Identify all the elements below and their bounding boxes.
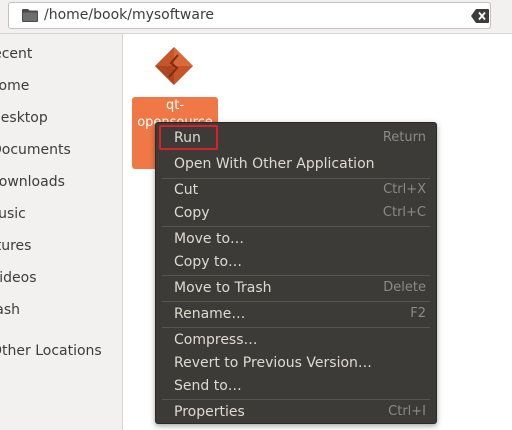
sidebar-item-desktop[interactable]: Desktop xyxy=(0,107,58,129)
menu-item-label: Move to… xyxy=(174,231,245,247)
sidebar-item-home[interactable]: Home xyxy=(0,75,41,97)
file-name-line: qt- xyxy=(165,98,185,113)
menu-item-label: Copy to… xyxy=(174,254,243,270)
menu-item-cut[interactable]: Cut Ctrl+X xyxy=(158,179,434,201)
menu-item-accel: Delete xyxy=(383,280,426,295)
package-icon xyxy=(155,47,193,85)
sidebar-item-pictures[interactable]: Pictures xyxy=(0,235,55,257)
path-field[interactable]: /home/book/mysoftware xyxy=(8,2,491,29)
menu-item-open-with[interactable]: Open With Other Application xyxy=(158,153,434,175)
menu-separator xyxy=(162,301,430,302)
sidebar-item-other-locations[interactable]: Other Locations xyxy=(0,340,111,362)
menu-item-label: Run xyxy=(174,130,201,146)
menu-separator xyxy=(162,327,430,328)
sidebar-item-trash[interactable]: Trash xyxy=(0,299,37,321)
menu-item-accel: Ctrl+X xyxy=(383,182,426,197)
sidebar-item-label: Pictures xyxy=(0,238,32,254)
menu-item-label: Open With Other Application xyxy=(174,156,375,172)
menu-item-label: Cut xyxy=(174,182,199,198)
sidebar-item-recent[interactable]: Recent xyxy=(0,43,48,65)
menu-item-label: Rename… xyxy=(174,306,246,322)
menu-item-label: Send to… xyxy=(174,378,242,394)
menu-separator xyxy=(162,226,430,227)
folder-icon xyxy=(22,9,38,22)
menu-item-label: Copy xyxy=(174,205,210,221)
sidebar-item-label: Downloads xyxy=(0,174,65,190)
sidebar-item-documents[interactable]: Documents xyxy=(0,139,80,161)
menu-separator xyxy=(162,399,430,400)
menu-item-accel: Return xyxy=(382,130,426,145)
sidebar-item-label: Trash xyxy=(0,302,20,318)
menu-item-copy-to[interactable]: Copy to… xyxy=(158,251,434,273)
backspace-clear-icon[interactable] xyxy=(471,9,489,23)
context-menu: Run Return Open With Other Application C… xyxy=(155,122,437,424)
menu-item-properties[interactable]: Properties Ctrl+I xyxy=(158,401,434,423)
menu-item-accel: Ctrl+I xyxy=(388,404,426,419)
sidebar-item-downloads[interactable]: Downloads xyxy=(0,171,77,193)
menu-item-accel: F2 xyxy=(410,306,426,321)
menu-item-label: Properties xyxy=(174,404,245,420)
sidebar-item-music[interactable]: Music xyxy=(0,203,40,225)
location-bar: /home/book/mysoftware xyxy=(0,0,512,34)
menu-item-compress[interactable]: Compress… xyxy=(158,329,434,351)
menu-item-accel: Ctrl+C xyxy=(382,205,426,220)
sidebar-item-label: Recent xyxy=(0,46,33,62)
menu-item-revert[interactable]: Revert to Previous Version… xyxy=(158,352,434,374)
menu-item-rename[interactable]: Rename… F2 xyxy=(158,303,434,325)
sidebar-item-label: Music xyxy=(0,206,26,222)
path-text: /home/book/mysoftware xyxy=(44,7,215,23)
menu-item-move-to-trash[interactable]: Move to Trash Delete xyxy=(158,277,434,299)
sidebar-item-videos[interactable]: Videos xyxy=(0,267,47,289)
sidebar: Recent Home Desktop Documents Downloads … xyxy=(0,34,123,430)
menu-item-label: Revert to Previous Version… xyxy=(174,355,372,371)
sidebar-item-label: Home xyxy=(0,78,30,94)
menu-item-label: Move to Trash xyxy=(174,280,272,296)
sidebar-item-label: Videos xyxy=(0,270,37,286)
menu-item-label: Compress… xyxy=(174,332,258,348)
menu-item-send-to[interactable]: Send to… xyxy=(158,375,434,397)
sidebar-item-label: Other Locations xyxy=(0,343,102,359)
sidebar-item-label: Desktop xyxy=(0,110,48,126)
menu-separator xyxy=(162,275,430,276)
menu-item-run[interactable]: Run Return xyxy=(158,127,434,149)
menu-item-move-to[interactable]: Move to… xyxy=(158,228,434,250)
sidebar-item-label: Documents xyxy=(0,142,71,158)
menu-item-copy[interactable]: Copy Ctrl+C xyxy=(158,202,434,224)
